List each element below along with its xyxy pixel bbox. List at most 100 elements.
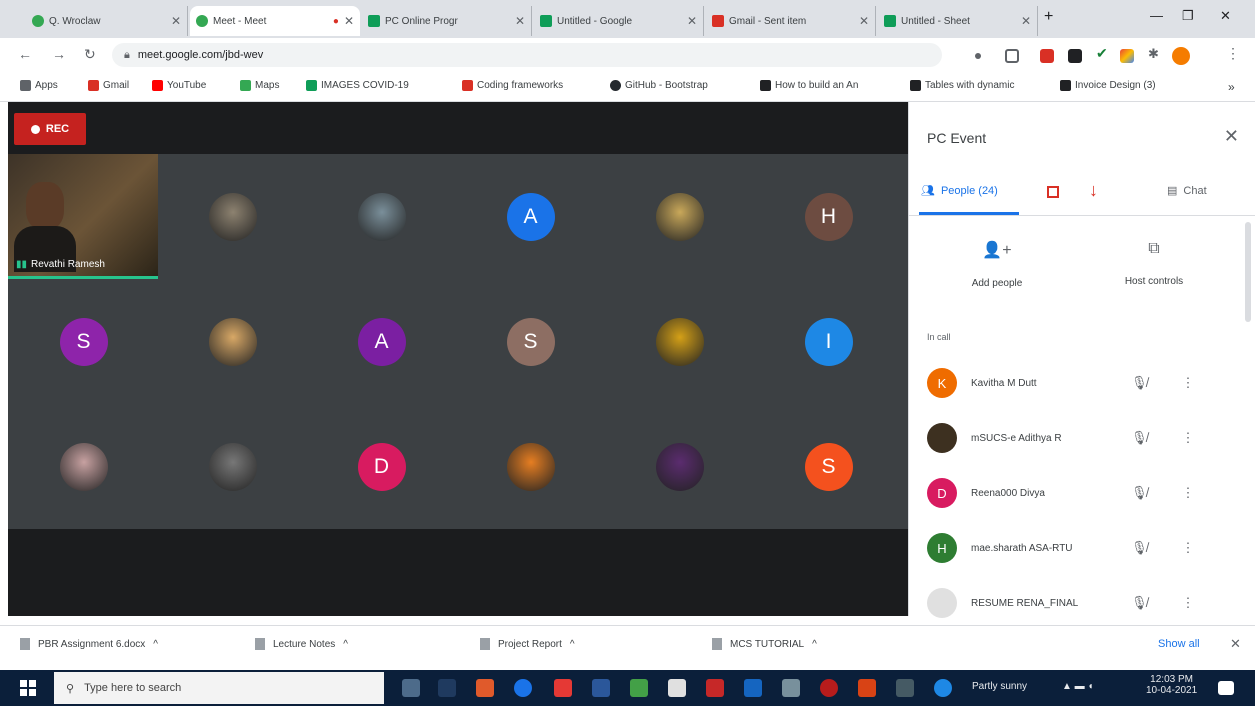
- download-item[interactable]: Project Report ^: [480, 638, 575, 650]
- clock[interactable]: 12:03 PM 10-04-2021: [1146, 674, 1197, 696]
- participant-tile[interactable]: [307, 154, 456, 279]
- taskbar-app-icon[interactable]: [476, 679, 494, 697]
- taskbar-app-icon[interactable]: [782, 679, 800, 697]
- participant-tile[interactable]: [605, 279, 754, 404]
- notification-icon[interactable]: [1218, 681, 1234, 695]
- participant-tile[interactable]: A: [307, 279, 456, 404]
- taskbar-app-icon[interactable]: [630, 679, 648, 697]
- taskbar-app-icon[interactable]: [592, 679, 610, 697]
- taskbar-search[interactable]: ⚲ Type here to search: [54, 672, 384, 704]
- browser-tab[interactable]: Untitled - Sheet ✕: [878, 6, 1038, 36]
- close-icon[interactable]: ✕: [1224, 126, 1239, 147]
- new-tab-button[interactable]: +: [1044, 8, 1053, 26]
- maximize-icon[interactable]: ❐: [1182, 8, 1194, 24]
- extension-icon[interactable]: [1040, 49, 1054, 63]
- more-options-icon[interactable]: ⋮: [1182, 485, 1195, 501]
- more-options-icon[interactable]: ⋮: [1182, 540, 1195, 556]
- participant-tile[interactable]: [158, 404, 307, 529]
- browser-tab[interactable]: Untitled - Google ✕: [534, 6, 704, 36]
- more-options-icon[interactable]: ⋮: [1182, 430, 1195, 446]
- participant-tile[interactable]: S: [9, 279, 158, 404]
- browser-tab[interactable]: Gmail - Sent item ✕: [706, 6, 876, 36]
- participant-tile[interactable]: [9, 404, 158, 529]
- chevron-up-icon[interactable]: ^: [570, 639, 575, 650]
- bookmark-apps[interactable]: Apps: [20, 80, 58, 91]
- close-icon[interactable]: ✕: [859, 14, 869, 28]
- tray-icons[interactable]: ▲ ▬ ◖: [1062, 681, 1094, 692]
- profile-avatar[interactable]: [1172, 47, 1190, 65]
- bookmark-maps[interactable]: Maps: [240, 80, 279, 91]
- participant-tile[interactable]: [158, 279, 307, 404]
- host-controls-button[interactable]: ⧉ Host controls: [1094, 240, 1214, 287]
- add-people-button[interactable]: 👤+ Add people: [937, 240, 1057, 289]
- close-icon[interactable]: ✕: [171, 14, 181, 28]
- taskbar-app-icon[interactable]: [438, 679, 456, 697]
- browser-tab[interactable]: PC Online Progr ✕: [362, 6, 532, 36]
- close-icon[interactable]: ✕: [515, 14, 525, 28]
- back-icon[interactable]: ←: [18, 46, 32, 62]
- participant-row[interactable]: K Kavitha M Dutt 🎙︎̸ ⋮: [927, 360, 1227, 406]
- participant-tile[interactable]: H: [754, 154, 903, 279]
- participant-tile[interactable]: S: [754, 404, 903, 529]
- tab-people[interactable]: 👥︎ People (24): [921, 184, 998, 198]
- store-icon[interactable]: [668, 679, 686, 697]
- more-options-icon[interactable]: ⋮: [1182, 595, 1195, 611]
- bookmark-gmail[interactable]: Gmail: [88, 80, 129, 91]
- panel-scrollbar[interactable]: [1245, 222, 1251, 322]
- browser-tab[interactable]: Q. Wroclaw ✕: [26, 6, 188, 36]
- minimize-icon[interactable]: —: [1150, 8, 1163, 23]
- participant-tile[interactable]: [605, 404, 754, 529]
- download-item[interactable]: PBR Assignment 6.docx ^: [20, 638, 158, 650]
- close-icon[interactable]: ✕: [1021, 14, 1031, 28]
- participant-tile[interactable]: [456, 404, 605, 529]
- mail-icon[interactable]: [744, 679, 762, 697]
- close-icon[interactable]: ✕: [687, 14, 697, 28]
- window-close-icon[interactable]: ✕: [1220, 8, 1231, 24]
- show-all-button[interactable]: Show all: [1158, 638, 1200, 650]
- reload-icon[interactable]: ↻: [84, 46, 96, 63]
- taskbar-app-icon[interactable]: [706, 679, 724, 697]
- bookmark-images[interactable]: IMAGES COVID-19: [306, 80, 409, 91]
- bookmarks-overflow-icon[interactable]: »: [1228, 80, 1235, 94]
- participant-row[interactable]: D Reena000 Divya 🎙︎̸ ⋮: [927, 470, 1227, 516]
- windows-start-icon[interactable]: [20, 680, 36, 696]
- browser-tab-active[interactable]: Meet - Meet ● ✕: [190, 6, 360, 36]
- task-view-icon[interactable]: [402, 679, 420, 697]
- bookmark-youtube[interactable]: YouTube: [152, 80, 206, 91]
- address-bar[interactable]: 🔒︎ meet.google.com/jbd-wev: [112, 43, 942, 67]
- chrome-icon[interactable]: [934, 679, 952, 697]
- participant-tile[interactable]: D: [307, 404, 456, 529]
- participant-tile[interactable]: S: [456, 279, 605, 404]
- bookmark-github[interactable]: GitHub - Bootstrap: [610, 80, 708, 91]
- lock-extension-icon[interactable]: [1005, 49, 1019, 63]
- download-item[interactable]: MCS TUTORIAL ^: [712, 638, 817, 650]
- chevron-up-icon[interactable]: ^: [153, 639, 158, 650]
- bookmark-howto[interactable]: How to build an An: [760, 80, 858, 91]
- weather-text[interactable]: Partly sunny: [972, 681, 1027, 692]
- check-icon[interactable]: ✔: [1096, 45, 1110, 61]
- participant-tile[interactable]: [605, 154, 754, 279]
- chevron-up-icon[interactable]: ^: [812, 639, 817, 650]
- save-extension-icon[interactable]: [1068, 49, 1082, 63]
- participant-row[interactable]: RESUME RENA_FINAL 🎙︎̸ ⋮: [927, 580, 1227, 626]
- participant-row[interactable]: mSUCS-e Adithya R 🎙︎̸ ⋮: [927, 415, 1227, 461]
- bookmark-invoice[interactable]: Invoice Design (3): [1060, 80, 1156, 91]
- taskbar-app-icon[interactable]: [820, 679, 838, 697]
- taskbar-app-icon[interactable]: [554, 679, 572, 697]
- participant-tile[interactable]: I: [754, 279, 903, 404]
- participant-tile[interactable]: A: [456, 154, 605, 279]
- bookmark-tables[interactable]: Tables with dynamic: [910, 80, 1014, 91]
- close-icon[interactable]: ✕: [344, 14, 354, 28]
- self-video-tile[interactable]: ▮▮ Revathi Ramesh: [8, 154, 159, 279]
- download-item[interactable]: Lecture Notes ^: [255, 638, 348, 650]
- camera-icon[interactable]: [975, 53, 981, 59]
- menu-icon[interactable]: ⋮: [1226, 45, 1240, 61]
- participant-row[interactable]: Hmae.sharath ASA-RTU 🎙︎̸ ⋮: [927, 525, 1227, 571]
- bookmark-coding[interactable]: Coding frameworks: [462, 80, 563, 91]
- powerpoint-icon[interactable]: [858, 679, 876, 697]
- participant-tile[interactable]: [158, 154, 307, 279]
- edge-icon[interactable]: [514, 679, 532, 697]
- extension-icon[interactable]: [1120, 49, 1134, 63]
- close-icon[interactable]: ✕: [1230, 636, 1241, 652]
- chevron-up-icon[interactable]: ^: [343, 639, 348, 650]
